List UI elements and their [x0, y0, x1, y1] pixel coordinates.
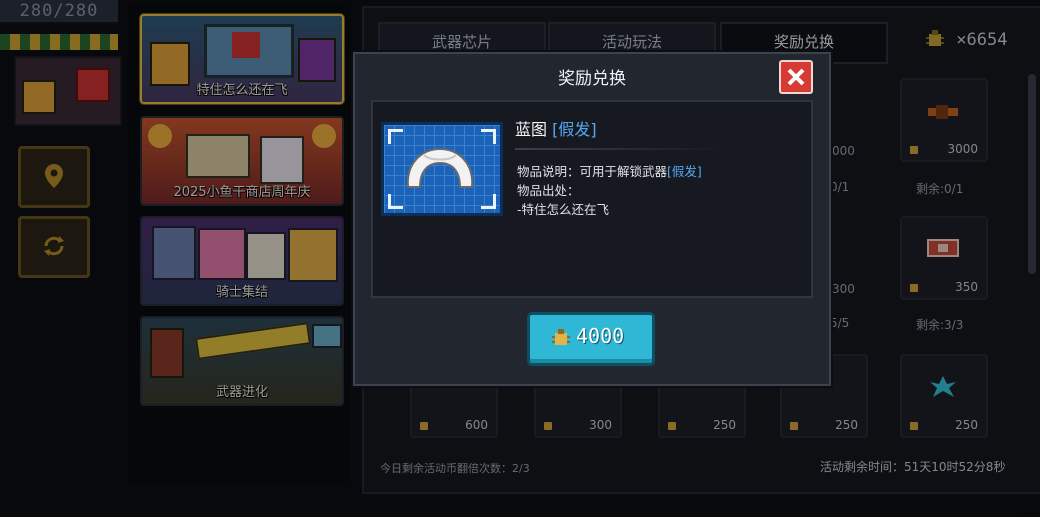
item-detail-box: 蓝图 [假发] 物品说明：可用于解锁武器[假发] 物品出处： -特住怎么还在飞: [371, 100, 813, 298]
dialog-title: 奖励兑换: [558, 69, 626, 89]
exchange-button[interactable]: 4000: [527, 312, 655, 366]
item-image: [381, 122, 503, 216]
item-name-text: 蓝图: [515, 120, 548, 139]
desc-tag: [假发]: [667, 164, 702, 179]
item-description: 物品说明：可用于解锁武器[假发] 物品出处： -特住怎么还在飞: [517, 162, 702, 219]
close-icon: [787, 68, 805, 86]
close-button[interactable]: [779, 60, 813, 94]
exchange-dialog: 奖励兑换 蓝图 [假发] 物品说明：可用于解锁武器[假发] 物品出处： -特住怎…: [353, 52, 831, 386]
item-name: 蓝图 [假发]: [515, 116, 597, 140]
wig-icon: [406, 147, 474, 188]
item-tag: [假发]: [552, 120, 597, 139]
divider: [515, 148, 725, 150]
bug-coin-icon: [552, 329, 570, 345]
desc-label: 物品说明：可用于解锁武器: [517, 164, 668, 179]
source-label: 物品出处：: [517, 183, 580, 198]
source-value: -特住怎么还在飞: [517, 202, 610, 217]
exchange-price: 4000: [576, 324, 625, 348]
